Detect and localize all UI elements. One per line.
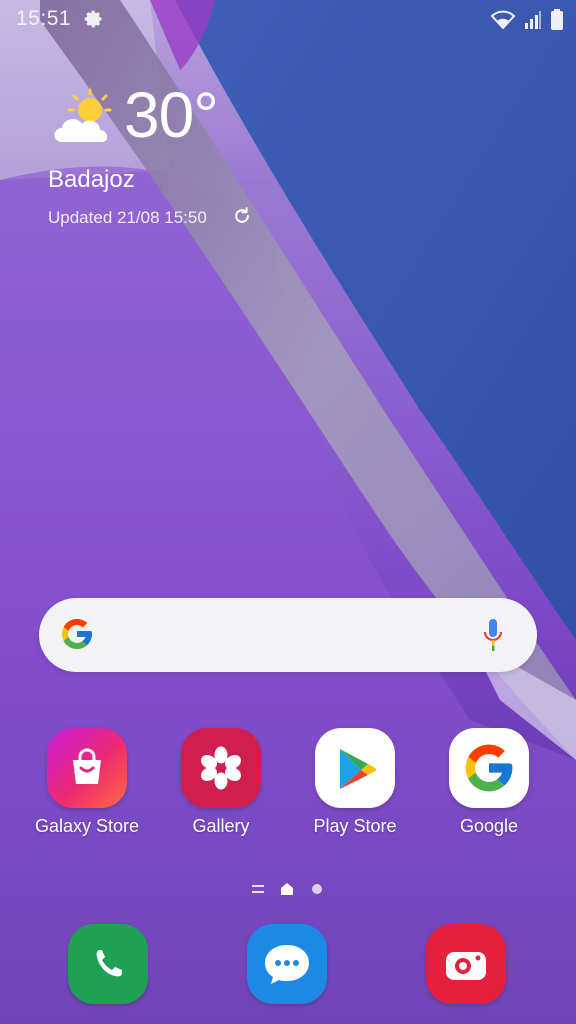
messages-icon[interactable] — [247, 924, 327, 1004]
page-dot[interactable] — [310, 882, 324, 901]
app-label: Google — [459, 816, 519, 836]
home-page-icon[interactable] — [280, 882, 294, 901]
refresh-icon[interactable] — [232, 206, 252, 226]
app-play-store[interactable]: Play Store — [288, 728, 422, 837]
mic-icon[interactable] — [483, 618, 503, 652]
status-time: 15:51 — [16, 7, 72, 30]
home-apps-row: Galaxy Store Gallery Play Store Google — [0, 728, 576, 848]
google-g-icon[interactable] — [449, 728, 529, 808]
weather-widget[interactable]: 30° Badajoz Updated 21/08 15:50 — [44, 79, 344, 242]
google-g-icon — [62, 619, 92, 649]
phone-icon[interactable] — [68, 924, 148, 1004]
dock — [0, 924, 576, 1008]
settings-gear-icon — [84, 10, 102, 28]
app-label: Galaxy Store — [34, 816, 140, 836]
gallery-flower-icon[interactable] — [181, 728, 261, 808]
city-name: Badajoz — [48, 166, 135, 193]
page-indicator[interactable] — [0, 882, 576, 900]
temperature: 30° — [124, 79, 219, 151]
app-label: Gallery — [192, 816, 250, 836]
partly-sunny-icon — [54, 88, 112, 142]
wifi-icon — [490, 10, 516, 30]
app-gallery[interactable]: Gallery — [154, 728, 288, 837]
google-search-bar[interactable] — [39, 598, 537, 672]
play-store-icon[interactable] — [315, 728, 395, 808]
app-galaxy-store[interactable]: Galaxy Store — [20, 728, 154, 837]
menu-page-icon[interactable] — [251, 882, 265, 901]
camera-icon[interactable] — [426, 924, 506, 1004]
galaxy-store-icon[interactable] — [47, 728, 127, 808]
updated-time: Updated 21/08 15:50 — [48, 208, 207, 227]
status-bar: 15:51 — [0, 0, 576, 40]
app-google[interactable]: Google — [422, 728, 556, 837]
signal-icon — [525, 11, 541, 29]
app-label: Play Store — [313, 816, 397, 836]
battery-icon — [551, 9, 563, 30]
